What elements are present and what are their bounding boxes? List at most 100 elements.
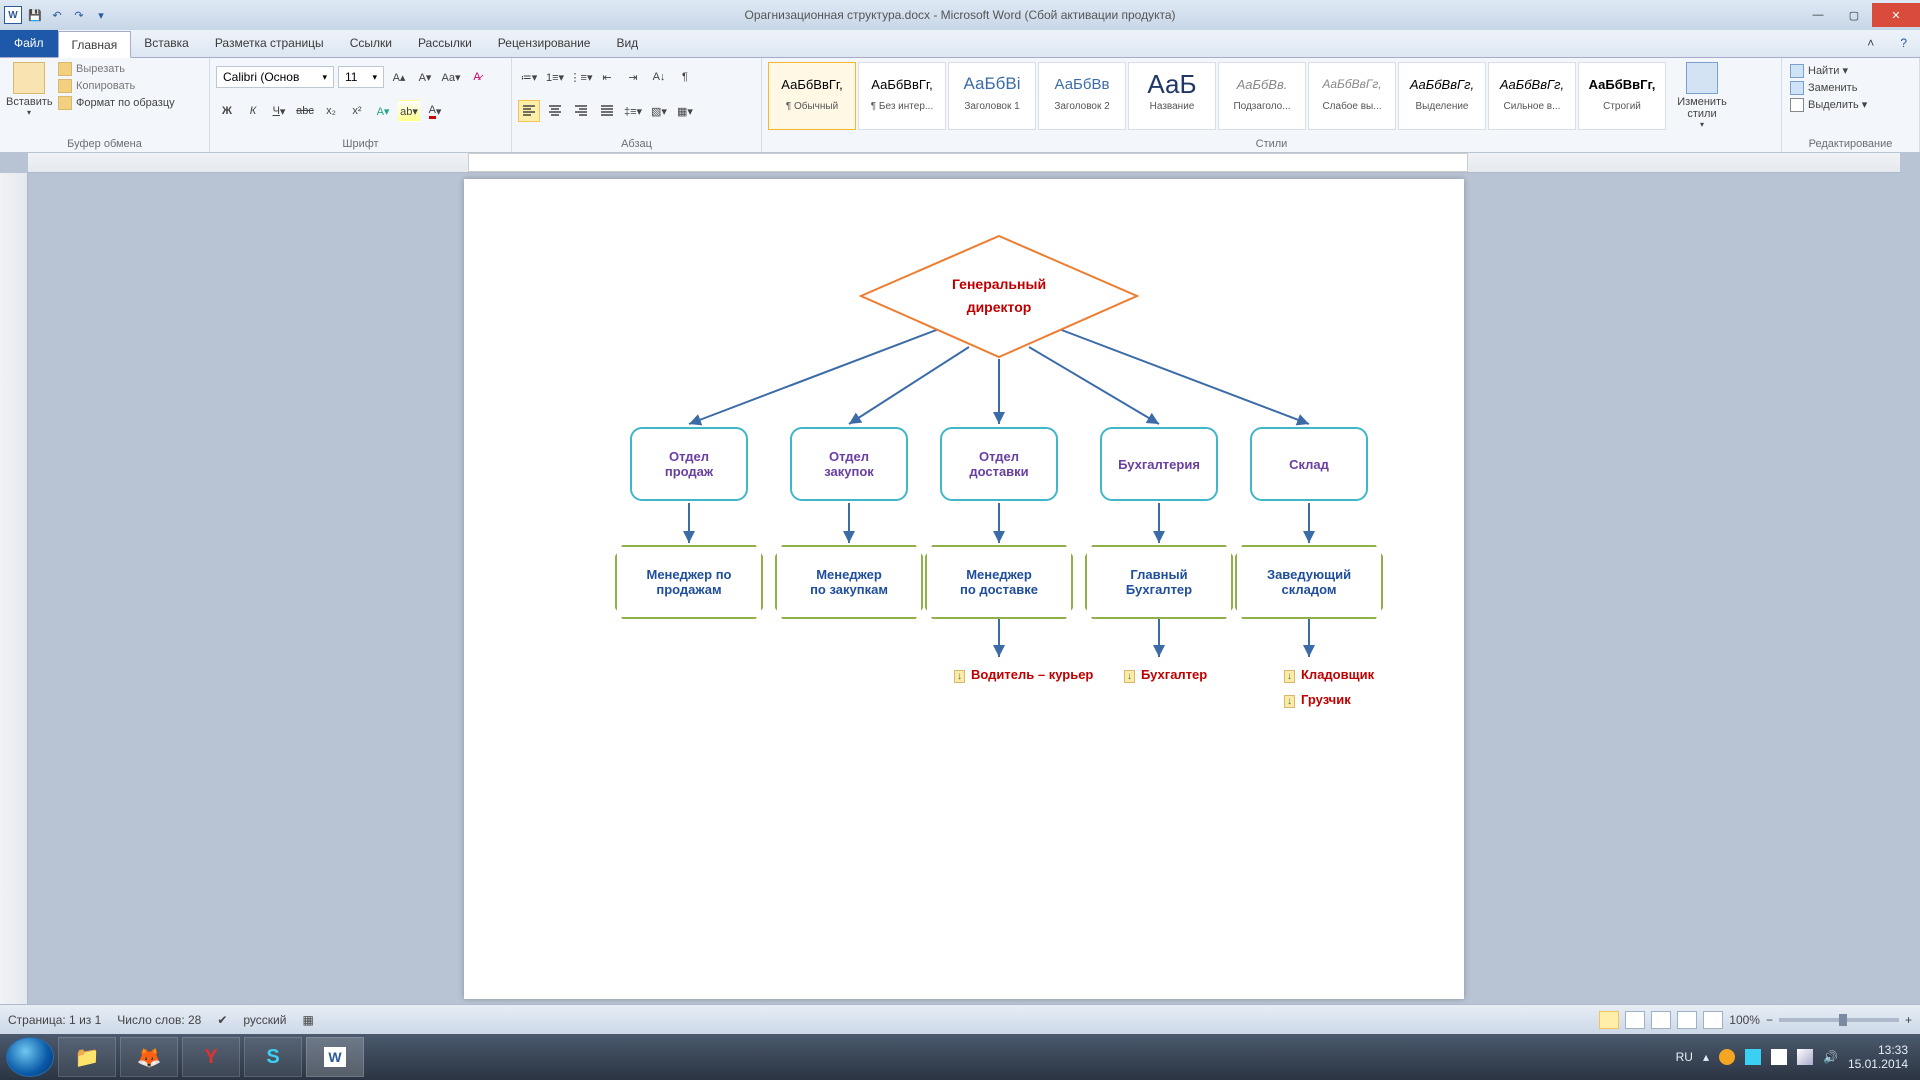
status-language[interactable]: русский [243,1013,286,1027]
bullets-button[interactable]: ≔▾ [518,66,540,88]
taskbar-word[interactable]: W [306,1037,364,1077]
tray-clock[interactable]: 13:3315.01.2014 [1848,1043,1908,1072]
dept-box-0[interactable]: Отделпродаж [630,427,748,501]
align-left-button[interactable] [518,100,540,122]
manager-box-0[interactable]: Менеджер попродажам [615,545,763,619]
select-button[interactable]: Выделить ▾ [1790,98,1867,112]
align-justify-button[interactable] [596,100,618,122]
dept-box-1[interactable]: Отделзакупок [790,427,908,501]
style-tile-1[interactable]: АаБбВвГг,¶ Без интер... [858,62,946,130]
tab-mailings[interactable]: Рассылки [405,30,485,57]
minimize-button[interactable]: — [1800,3,1836,27]
tab-references[interactable]: Ссылки [337,30,405,57]
align-right-button[interactable] [570,100,592,122]
tray-network-icon[interactable] [1797,1049,1813,1065]
manager-box-2[interactable]: Менеджерпо доставке [925,545,1073,619]
find-button[interactable]: Найти ▾ [1790,64,1867,78]
view-print-layout[interactable] [1599,1011,1619,1029]
staff-storekeeper[interactable]: Кладовщик [1284,667,1374,683]
taskbar-yandex[interactable]: Y [182,1037,240,1077]
font-size-combo[interactable]: 11▾ [338,66,384,88]
ribbon-minimize-icon[interactable]: ˄ [1854,30,1887,57]
tab-view[interactable]: Вид [603,30,651,57]
tray-app-icon-2[interactable] [1745,1049,1761,1065]
multilevel-button[interactable]: ⋮≡▾ [570,66,592,88]
style-tile-3[interactable]: АаБбВвЗаголовок 2 [1038,62,1126,130]
dept-box-4[interactable]: Склад [1250,427,1368,501]
staff-accountant[interactable]: Бухгалтер [1124,667,1207,683]
tray-chevron-up-icon[interactable]: ▴ [1703,1050,1709,1064]
style-tile-0[interactable]: АаБбВвГг,¶ Обычный [768,62,856,130]
document-page[interactable]: Генеральный директор Отделпродаж Отделзак… [464,179,1464,999]
font-color-button[interactable]: A▾ [424,100,446,122]
dec-indent-button[interactable]: ⇤ [596,66,618,88]
sort-button[interactable]: A↓ [648,66,670,88]
style-tile-4[interactable]: АаБНазвание [1128,62,1216,130]
superscript-button[interactable]: x² [346,100,368,122]
borders-button[interactable]: ▦▾ [674,100,696,122]
tab-insert[interactable]: Вставка [131,30,202,57]
manager-box-1[interactable]: Менеджерпо закупкам [775,545,923,619]
style-tile-8[interactable]: АаБбВвГг,Сильное в... [1488,62,1576,130]
shading-button[interactable]: ▧▾ [648,100,670,122]
style-tile-6[interactable]: АаБбВвГг,Слабое вы... [1308,62,1396,130]
change-case-button[interactable]: Aa▾ [440,66,462,88]
view-outline[interactable] [1677,1011,1697,1029]
save-icon[interactable]: 💾 [26,6,44,24]
close-button[interactable]: ✕ [1872,3,1920,27]
style-tile-5[interactable]: АаБбВв.Подзаголо... [1218,62,1306,130]
dept-box-2[interactable]: Отделдоставки [940,427,1058,501]
tab-layout[interactable]: Разметка страницы [202,30,337,57]
replace-button[interactable]: Заменить [1790,81,1867,95]
styles-gallery[interactable]: АаБбВвГг,¶ ОбычныйАаБбВвГг,¶ Без интер..… [768,62,1666,130]
manager-box-4[interactable]: Заведующийскладом [1235,545,1383,619]
style-tile-2[interactable]: АаБбВіЗаголовок 1 [948,62,1036,130]
bold-button[interactable]: Ж [216,100,238,122]
subscript-button[interactable]: x₂ [320,100,342,122]
format-painter-button[interactable]: Формат по образцу [58,96,175,110]
align-center-button[interactable] [544,100,566,122]
grow-font-button[interactable]: A▴ [388,66,410,88]
tray-volume-icon[interactable]: 🔊 [1823,1050,1838,1064]
vertical-ruler[interactable] [0,173,28,1004]
tray-flag-icon[interactable] [1771,1049,1787,1065]
org-root-diamond[interactable]: Генеральный директор [859,234,1139,359]
zoom-slider[interactable] [1779,1018,1899,1022]
horizontal-ruler[interactable] [28,153,1900,173]
text-effects-button[interactable]: A▾ [372,100,394,122]
font-name-combo[interactable]: Calibri (Основ▾ [216,66,334,88]
dept-box-3[interactable]: Бухгалтерия [1100,427,1218,501]
tray-app-icon-1[interactable] [1719,1049,1735,1065]
italic-button[interactable]: К [242,100,264,122]
taskbar-explorer[interactable]: 📁 [58,1037,116,1077]
shrink-font-button[interactable]: A▾ [414,66,436,88]
change-styles-button[interactable]: Изменить стили ▾ [1670,62,1734,129]
manager-box-3[interactable]: ГлавныйБухгалтер [1085,545,1233,619]
staff-loader[interactable]: Грузчик [1284,692,1351,708]
cut-button[interactable]: Вырезать [58,62,175,76]
status-page[interactable]: Страница: 1 из 1 [8,1013,101,1027]
status-macro-icon[interactable]: ▦ [302,1013,313,1027]
paste-button[interactable]: Вставить ▾ [6,62,52,117]
tab-home[interactable]: Главная [58,31,132,58]
view-web[interactable] [1651,1011,1671,1029]
zoom-in-button[interactable]: + [1905,1013,1912,1027]
clear-format-button[interactable]: A̷ [466,66,488,88]
style-tile-9[interactable]: АаБбВвГг,Строгий [1578,62,1666,130]
staff-driver[interactable]: Водитель – курьер [954,667,1094,683]
view-fullscreen[interactable] [1625,1011,1645,1029]
start-button[interactable] [6,1037,54,1077]
maximize-button[interactable]: ▢ [1836,3,1872,27]
style-tile-7[interactable]: АаБбВвГг,Выделение [1398,62,1486,130]
inc-indent-button[interactable]: ⇥ [622,66,644,88]
redo-icon[interactable]: ↷ [70,6,88,24]
zoom-level[interactable]: 100% [1729,1013,1760,1027]
taskbar-firefox[interactable]: 🦊 [120,1037,178,1077]
copy-button[interactable]: Копировать [58,79,175,93]
tray-keyboard[interactable]: RU [1676,1050,1693,1064]
view-draft[interactable] [1703,1011,1723,1029]
document-viewport[interactable]: Генеральный директор Отделпродаж Отделзак… [28,173,1900,1004]
status-proofing-icon[interactable]: ✔ [217,1013,227,1027]
strike-button[interactable]: abc [294,100,316,122]
taskbar-skype[interactable]: S [244,1037,302,1077]
